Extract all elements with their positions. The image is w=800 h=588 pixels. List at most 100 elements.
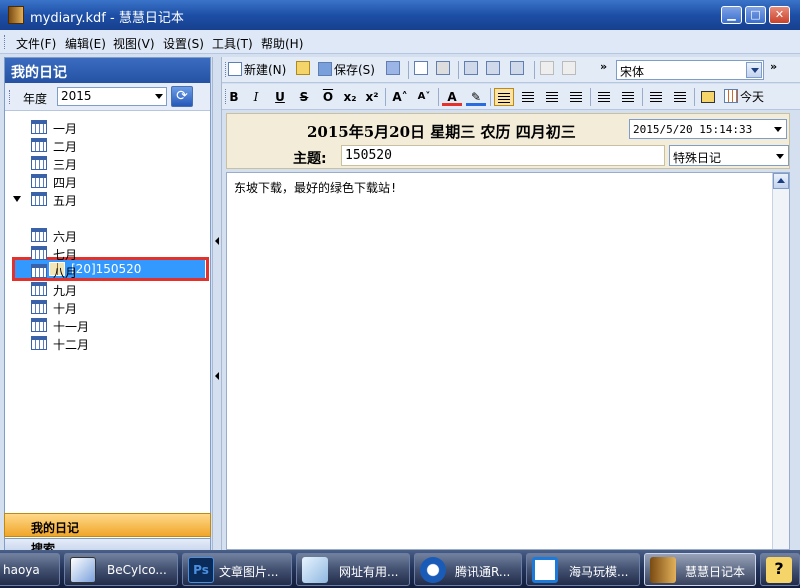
subject-input[interactable]: 150520 [341, 145, 665, 166]
overline-button[interactable]: O [318, 88, 338, 106]
collapse-left-icon[interactable] [215, 237, 219, 245]
find-button[interactable] [464, 61, 480, 79]
minimize-button[interactable]: ▁ [721, 6, 742, 24]
tree-item-month[interactable]: 七月 [5, 244, 205, 262]
tree-item-month[interactable]: 十一月 [5, 316, 205, 334]
calendar-icon [31, 282, 47, 296]
taskbar-item[interactable]: BeCyIco... [64, 553, 178, 586]
editor-content[interactable]: 东坡下载，最好的绿色下载站! [234, 179, 397, 196]
taskbar-item[interactable]: Ps 文章图片... [182, 553, 292, 586]
tree-item-month[interactable]: 十月 [5, 298, 205, 316]
tree-item-month[interactable]: 十二月 [5, 334, 205, 352]
align-left-button[interactable] [494, 88, 514, 106]
strikethrough-button[interactable]: S [294, 88, 314, 106]
tree-item-label: 四月 [53, 176, 78, 190]
toolbar-grip [225, 62, 226, 77]
open-button[interactable] [296, 61, 312, 79]
taskbar-item[interactable]: ? [760, 553, 800, 586]
tree-item-month[interactable]: 六月 [5, 226, 205, 244]
new-document-icon [228, 62, 242, 76]
replace-button[interactable] [510, 61, 526, 79]
cut-button[interactable] [540, 61, 556, 79]
taskbar-item[interactable]: 网址有用... [296, 553, 410, 586]
toolbar-overflow-icon[interactable]: » [600, 60, 607, 73]
toolbar-overflow-icon[interactable]: » [770, 60, 777, 73]
save-all-button[interactable] [386, 61, 402, 79]
underline-button[interactable]: U [270, 88, 290, 106]
menu-help[interactable]: 帮助(H) [261, 35, 303, 52]
highlighter-icon[interactable]: ✎ [466, 88, 486, 106]
today-button[interactable]: 今天 [724, 88, 764, 106]
align-right-button[interactable] [542, 88, 562, 106]
new-button[interactable]: 新建(N) [228, 61, 286, 79]
tree-item-month[interactable]: 二月 [5, 136, 205, 154]
fill-color-button[interactable] [698, 88, 718, 106]
font-select[interactable]: 宋体 [616, 60, 764, 80]
align-center-button[interactable] [518, 88, 538, 106]
italic-button[interactable]: I [246, 88, 266, 106]
refresh-icon[interactable]: ⟳ [171, 86, 193, 107]
year-select[interactable]: 2015 [57, 87, 167, 106]
maximize-button[interactable]: □ [745, 6, 766, 24]
close-button[interactable]: ✕ [769, 6, 790, 24]
category-select[interactable]: 特殊日记 [669, 145, 789, 166]
bullet-list-button[interactable] [594, 88, 614, 106]
taskbar-item[interactable]: 腾讯通R... [414, 553, 522, 586]
diary-app-icon [650, 557, 676, 583]
scroll-up-icon[interactable] [773, 173, 789, 189]
font-color-button[interactable]: A [442, 88, 462, 106]
menu-settings[interactable]: 设置(S) [163, 35, 204, 52]
save-button[interactable]: 保存(S) [318, 61, 375, 79]
calendar-icon [31, 318, 47, 332]
replace-icon [510, 61, 524, 75]
calendar-icon [31, 192, 47, 206]
year-label: 年度 [23, 92, 48, 106]
taskbar-item-active[interactable]: 慧慧日记本 [644, 553, 756, 586]
menu-view[interactable]: 视图(V) [113, 35, 155, 52]
menu-tools[interactable]: 工具(T) [212, 35, 253, 52]
paint-bucket-icon [701, 91, 715, 103]
copy-button[interactable] [562, 61, 578, 79]
shrink-font-button[interactable]: A˅ [414, 88, 434, 106]
menu-grip [4, 35, 7, 49]
taskbar-item[interactable]: haoya [0, 553, 60, 586]
pane-splitter[interactable] [212, 57, 222, 550]
haima-emulator-icon [532, 557, 558, 583]
tree-item-month[interactable]: 九月 [5, 280, 205, 298]
tree-item-label: 八月 [53, 266, 78, 280]
tree-item-month-expanded[interactable]: 五月 [5, 190, 205, 208]
subscript-button[interactable]: x₂ [340, 88, 360, 106]
find-next-button[interactable] [486, 61, 502, 79]
tree-item-month[interactable]: 八月 [5, 262, 205, 280]
tree-item-month[interactable]: 一月 [5, 118, 205, 136]
tree-item-month[interactable]: 四月 [5, 172, 205, 190]
tree-item-label: 六月 [53, 230, 78, 244]
menu-bar: 文件(F) 编辑(E) 视图(V) 设置(S) 工具(T) 帮助(H) [0, 30, 800, 54]
expand-arrow-icon[interactable] [13, 196, 21, 202]
bold-button[interactable]: B [224, 88, 244, 106]
title-bar: mydiary.kdf - 慧慧日记本 ▁ □ ✕ [0, 0, 800, 30]
taskbar-item[interactable]: 海马玩模... [526, 553, 640, 586]
increase-indent-button[interactable] [670, 88, 690, 106]
menu-edit[interactable]: 编辑(E) [65, 35, 106, 52]
menu-file[interactable]: 文件(F) [16, 35, 56, 52]
collapse-left-icon[interactable] [215, 372, 219, 380]
tree-item-month[interactable]: 三月 [5, 154, 205, 172]
decrease-indent-button[interactable] [646, 88, 666, 106]
justify-button[interactable] [566, 88, 586, 106]
numbered-list-button[interactable] [618, 88, 638, 106]
chevron-down-icon [155, 94, 163, 99]
print-button[interactable] [436, 61, 452, 79]
toolbar-separator [694, 88, 695, 106]
nav-my-diary[interactable]: 我的日记 [4, 513, 211, 537]
datetime-picker[interactable]: 2015/5/20 15:14:33 [629, 119, 787, 139]
becyicon-app-icon [70, 557, 96, 583]
tree-item-label: 三月 [53, 158, 78, 172]
grow-font-button[interactable]: A˄ [390, 88, 410, 106]
align-left-icon [498, 93, 510, 103]
editor-scrollbar[interactable] [772, 173, 789, 549]
superscript-button[interactable]: x² [362, 88, 382, 106]
diary-editor[interactable]: 东坡下载，最好的绿色下载站! [226, 172, 790, 550]
scissors-icon [540, 61, 554, 75]
print-preview-button[interactable] [414, 61, 430, 79]
